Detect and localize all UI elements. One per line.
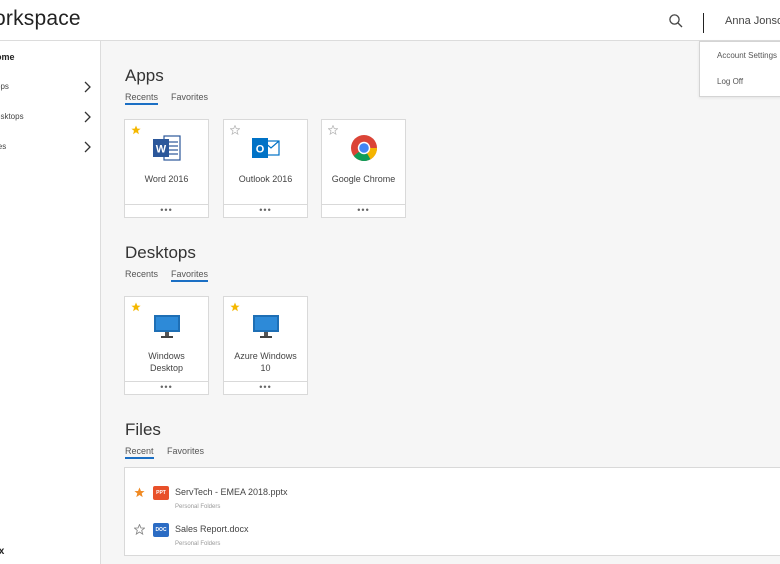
user-dropdown-menu: Account Settings Log Off — [699, 41, 780, 97]
sidebar-item-files[interactable]: les — [0, 136, 100, 158]
apps-tab-recents[interactable]: Recents — [125, 92, 159, 105]
chevron-right-icon — [84, 141, 91, 153]
more-options-button[interactable]: ••• — [125, 381, 208, 394]
desktop-tile-azure[interactable]: Azure Windows 10 ••• — [223, 296, 308, 395]
more-options-button[interactable]: ••• — [322, 204, 405, 217]
file-name[interactable]: ServTech - EMEA 2018.pptx — [175, 487, 288, 497]
header-divider — [703, 13, 704, 33]
chevron-right-icon — [84, 81, 91, 93]
chevron-right-icon — [84, 111, 91, 123]
file-row[interactable]: PPT ServTech - EMEA 2018.pptx Personal F… — [125, 481, 780, 517]
file-location: Personal Folders — [175, 504, 221, 510]
workspace-brand[interactable]: orkspace — [0, 7, 81, 31]
app-tile-outlook[interactable]: O Outlook 2016 ••• — [223, 119, 308, 218]
sidebar-item-desktops[interactable]: esktops — [0, 106, 100, 128]
files-section-title: Files — [125, 420, 161, 439]
sidebar-item-apps[interactable]: pps — [0, 76, 100, 98]
sidebar: ome pps esktops les — [0, 41, 101, 564]
menu-item-account-settings[interactable]: Account Settings — [717, 51, 777, 60]
monitor-icon — [253, 315, 279, 338]
star-filled-icon[interactable] — [131, 125, 141, 135]
svg-text:W: W — [156, 144, 167, 156]
desktops-tab-favorites[interactable]: Favorites — [171, 269, 209, 282]
star-filled-icon[interactable] — [134, 487, 145, 498]
more-options-button[interactable]: ••• — [224, 381, 307, 394]
desktop-tile-name: Windows Desktop — [127, 350, 206, 374]
file-location: Personal Folders — [175, 541, 221, 547]
desktop-name-line: Windows — [148, 351, 185, 361]
star-outline-icon[interactable] — [134, 524, 145, 535]
word-icon: W — [153, 135, 181, 161]
star-outline-icon[interactable] — [230, 125, 240, 135]
svg-text:O: O — [256, 144, 265, 156]
desktop-name-line: Desktop — [149, 363, 184, 373]
app-tile-name: Google Chrome — [331, 174, 396, 184]
desktop-name-line: Azure Windows — [234, 351, 297, 361]
files-tab-recent[interactable]: Recent — [125, 446, 154, 459]
sidebar-item-label: pps — [0, 82, 9, 91]
sidebar-item-label: ome — [0, 52, 15, 62]
citrix-logo: ix — [0, 546, 5, 557]
sidebar-item-home[interactable]: ome — [0, 46, 100, 68]
docx-file-icon: DOC — [153, 523, 169, 537]
monitor-icon — [154, 315, 180, 338]
app-tile-chrome[interactable]: Google Chrome ••• — [321, 119, 406, 218]
app-tile-name: Word 2016 — [144, 174, 189, 184]
user-menu-button[interactable]: Anna Jonso — [725, 15, 780, 27]
desktops-tab-recents[interactable]: Recents — [125, 269, 158, 280]
files-tab-favorites[interactable]: Favorites — [167, 446, 204, 457]
star-filled-icon[interactable] — [131, 302, 141, 312]
outlook-icon: O — [252, 138, 280, 158]
search-icon[interactable] — [667, 12, 685, 30]
desktop-tile-name: Azure Windows 10 — [226, 350, 305, 374]
pptx-file-icon: PPT — [153, 486, 169, 500]
app-tile-name: Outlook 2016 — [238, 174, 293, 184]
star-filled-icon[interactable] — [230, 302, 240, 312]
desktop-name-line: 10 — [260, 363, 271, 373]
top-bar: orkspace Anna Jonso — [0, 0, 780, 41]
chrome-icon — [351, 135, 378, 162]
file-name[interactable]: Sales Report.docx — [175, 524, 249, 534]
sidebar-item-label: les — [0, 142, 7, 151]
more-options-button[interactable]: ••• — [125, 204, 208, 217]
files-list: PPT ServTech - EMEA 2018.pptx Personal F… — [124, 467, 780, 556]
sidebar-item-label: esktops — [0, 112, 24, 121]
star-outline-icon[interactable] — [328, 125, 338, 135]
desktops-section-title: Desktops — [125, 243, 196, 262]
more-options-button[interactable]: ••• — [224, 204, 307, 217]
apps-section-title: Apps — [125, 66, 164, 85]
desktop-tile-windows[interactable]: Windows Desktop ••• — [124, 296, 209, 395]
file-row[interactable]: DOC Sales Report.docx Personal Folders — [125, 518, 780, 554]
app-tile-word[interactable]: W Word 2016 ••• — [124, 119, 209, 218]
menu-item-log-off[interactable]: Log Off — [717, 77, 743, 86]
apps-tab-favorites[interactable]: Favorites — [171, 92, 208, 103]
